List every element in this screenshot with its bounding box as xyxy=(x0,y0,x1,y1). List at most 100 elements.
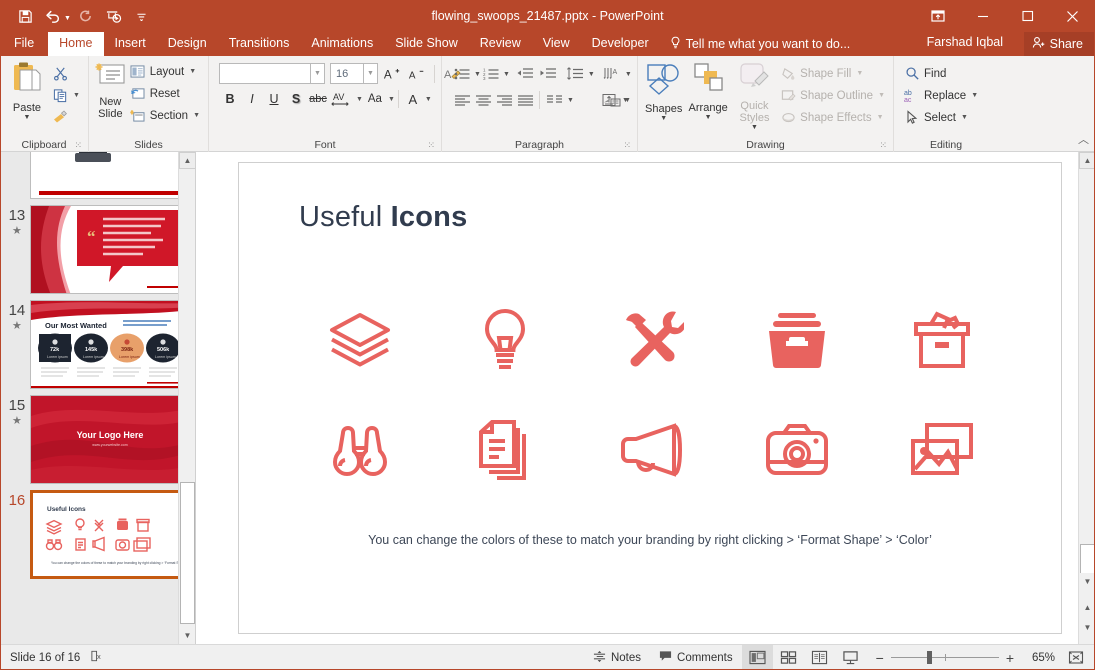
slide-scrollbar[interactable]: ▲ ▼ ▲ ▼ xyxy=(1078,152,1095,644)
copy-dropdown-icon[interactable]: ▼ xyxy=(73,92,80,99)
layout-button[interactable]: Layout ▼ xyxy=(128,61,204,82)
thumbnail-item-15[interactable]: 15 ★ Your Logo Here www.yourwebsite.com xyxy=(0,389,195,484)
tell-me-box[interactable]: Tell me what you want to do... xyxy=(660,33,859,56)
columns-dropdown-icon[interactable]: ▼ xyxy=(567,97,574,104)
shape-effects-button[interactable]: Shape Effects ▼ xyxy=(778,107,889,128)
tab-view[interactable]: View xyxy=(532,32,581,56)
cut-button[interactable] xyxy=(50,63,84,84)
binoculars-icon[interactable] xyxy=(287,395,433,505)
slide-canvas[interactable]: Useful Icons You can change the colors o… xyxy=(238,162,1062,634)
drawing-dialog-launcher[interactable]: ⁙ xyxy=(879,140,887,151)
quick-styles-dropdown-icon[interactable]: ▼ xyxy=(751,124,758,132)
fit-slide-to-window-button[interactable] xyxy=(1063,645,1089,670)
next-slide-icon[interactable]: ▼ xyxy=(1079,619,1095,636)
zoom-in-button[interactable]: + xyxy=(1006,651,1014,665)
strikethrough-button[interactable]: abc xyxy=(307,88,329,110)
shape-outline-dropdown-icon[interactable]: ▼ xyxy=(878,92,885,99)
select-dropdown-icon[interactable]: ▼ xyxy=(961,114,968,121)
slide-scroll-down-icon[interactable]: ▼ xyxy=(1079,573,1095,590)
layers-icon[interactable] xyxy=(287,285,433,395)
thumbnail-scroll-down-icon[interactable]: ▼ xyxy=(179,627,195,644)
shape-fill-button[interactable]: Shape Fill ▼ xyxy=(778,63,889,84)
shape-fill-dropdown-icon[interactable]: ▼ xyxy=(856,70,863,77)
align-right-button[interactable] xyxy=(494,89,515,111)
photos-icon[interactable] xyxy=(869,395,1015,505)
underline-button[interactable]: U xyxy=(263,88,285,110)
paste-button[interactable]: Paste ▼ xyxy=(4,59,50,122)
megaphone-icon[interactable] xyxy=(578,395,724,505)
customize-quick-access-toolbar-icon[interactable] xyxy=(129,4,155,28)
zoom-level[interactable]: 65% xyxy=(1021,652,1055,664)
bold-button[interactable]: B xyxy=(219,88,241,110)
restore-icon[interactable] xyxy=(1005,0,1050,32)
thumbnail-item-12[interactable]: 12 ★ xyxy=(0,152,195,199)
collapse-ribbon-button[interactable]: ︿ xyxy=(1078,131,1089,147)
replace-dropdown-icon[interactable]: ▼ xyxy=(971,92,978,99)
thumbnail-item-13[interactable]: 13 ★ “ xyxy=(0,199,195,294)
documents-icon[interactable] xyxy=(433,395,579,505)
normal-view-button[interactable] xyxy=(741,645,773,670)
text-direction-button[interactable]: A xyxy=(601,63,624,85)
slideshow-icon[interactable] xyxy=(101,4,127,28)
slide-scroll-up-icon[interactable]: ▲ xyxy=(1079,152,1095,169)
font-dialog-launcher[interactable]: ⁙ xyxy=(427,140,435,151)
layout-dropdown-icon[interactable]: ▼ xyxy=(189,68,196,75)
bullets-button[interactable] xyxy=(452,63,473,85)
archive-box-icon[interactable] xyxy=(869,285,1015,395)
convert-to-smartart-button[interactable] xyxy=(600,89,623,111)
slide-sorter-view-button[interactable] xyxy=(773,645,804,670)
font-name-dropdown-icon[interactable]: ▼ xyxy=(311,63,325,84)
tab-insert[interactable]: Insert xyxy=(104,32,157,56)
bullets-dropdown-icon[interactable]: ▼ xyxy=(474,71,481,78)
paste-dropdown-icon[interactable]: ▼ xyxy=(24,114,31,122)
thumbnail-scrollbar-thumb[interactable] xyxy=(180,482,195,624)
increase-indent-button[interactable] xyxy=(537,63,560,85)
change-case-button[interactable]: Aa xyxy=(363,88,387,110)
tab-developer[interactable]: Developer xyxy=(581,32,660,56)
camera-icon[interactable] xyxy=(724,395,870,505)
line-spacing-button[interactable] xyxy=(564,63,587,85)
character-spacing-button[interactable]: AV xyxy=(329,88,355,110)
tools-icon[interactable] xyxy=(578,285,724,395)
format-painter-button[interactable] xyxy=(50,107,84,128)
ribbon-options-icon[interactable] xyxy=(915,0,960,32)
arrange-button[interactable]: Arrange ▼ xyxy=(685,59,730,122)
font-size-dropdown-icon[interactable]: ▼ xyxy=(364,63,378,84)
slide-title[interactable]: Useful Icons xyxy=(299,201,467,234)
zoom-slider[interactable] xyxy=(890,651,999,664)
font-color-button[interactable]: A xyxy=(402,88,424,110)
increase-font-size-button[interactable]: A xyxy=(381,63,403,84)
tab-review[interactable]: Review xyxy=(469,32,532,56)
filebox-icon[interactable] xyxy=(724,285,870,395)
font-size-input[interactable]: 16 xyxy=(330,63,364,84)
font-name-input[interactable] xyxy=(219,63,311,84)
smartart-dropdown-icon[interactable]: ▼ xyxy=(624,97,631,104)
section-button[interactable]: Section ▼ xyxy=(128,105,204,126)
tab-home[interactable]: Home xyxy=(48,32,104,56)
previous-slide-icon[interactable]: ▲ xyxy=(1079,599,1095,616)
numbering-dropdown-icon[interactable]: ▼ xyxy=(503,71,510,78)
paragraph-dialog-launcher[interactable]: ⁙ xyxy=(623,140,631,151)
redo-icon[interactable] xyxy=(73,4,99,28)
shape-outline-button[interactable]: Shape Outline ▼ xyxy=(778,85,889,106)
notes-button[interactable]: Notes xyxy=(584,645,650,670)
thumbnail-item-16[interactable]: 16 Useful Icons You can change the color… xyxy=(0,484,195,579)
decrease-font-size-button[interactable]: A xyxy=(406,63,428,84)
share-button[interactable]: Share xyxy=(1023,32,1095,56)
decrease-indent-button[interactable] xyxy=(514,63,537,85)
text-direction-dropdown-icon[interactable]: ▼ xyxy=(625,71,632,78)
zoom-control[interactable]: − + 65% xyxy=(866,651,1063,665)
thumbnail-image[interactable]: “ xyxy=(29,205,187,294)
thumbnail-image[interactable]: Your Logo Here www.yourwebsite.com xyxy=(29,395,187,484)
new-slide-button[interactable]: New Slide xyxy=(93,59,128,120)
save-icon[interactable] xyxy=(12,4,38,28)
italic-button[interactable]: I xyxy=(241,88,263,110)
close-icon[interactable] xyxy=(1050,0,1095,32)
line-spacing-dropdown-icon[interactable]: ▼ xyxy=(588,71,595,78)
minimize-icon[interactable] xyxy=(960,0,1005,32)
shapes-button[interactable]: Shapes ▼ xyxy=(642,59,685,123)
find-button[interactable]: Find xyxy=(902,63,982,84)
character-spacing-dropdown-icon[interactable]: ▼ xyxy=(356,96,363,103)
comments-button[interactable]: Comments xyxy=(650,645,742,670)
clipboard-dialog-launcher[interactable]: ⁙ xyxy=(74,140,82,151)
